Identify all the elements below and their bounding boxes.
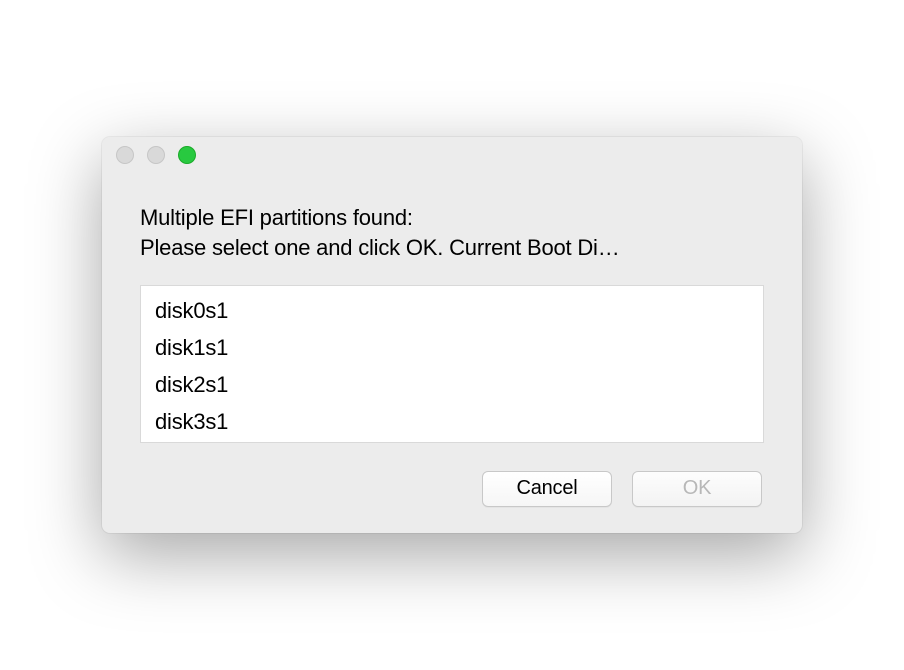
button-row: Cancel OK [140, 471, 764, 507]
ok-button[interactable]: OK [632, 471, 762, 507]
dialog-message: Multiple EFI partitions found: Please se… [140, 203, 764, 262]
cancel-button[interactable]: Cancel [482, 471, 612, 507]
partition-listbox[interactable]: disk0s1 disk1s1 disk2s1 disk3s1 [140, 285, 764, 443]
close-button[interactable] [116, 146, 134, 164]
list-item[interactable]: disk1s1 [141, 329, 763, 366]
minimize-button[interactable] [147, 146, 165, 164]
dialog-content: Multiple EFI partitions found: Please se… [102, 173, 802, 532]
dialog-window: Multiple EFI partitions found: Please se… [102, 137, 802, 532]
list-item[interactable]: disk0s1 [141, 292, 763, 329]
titlebar [102, 137, 802, 173]
list-item[interactable]: disk3s1 [141, 403, 763, 440]
list-item[interactable]: disk2s1 [141, 366, 763, 403]
message-line-1: Multiple EFI partitions found: [140, 203, 764, 233]
message-line-2: Please select one and click OK. Current … [140, 233, 764, 263]
zoom-button[interactable] [178, 146, 196, 164]
